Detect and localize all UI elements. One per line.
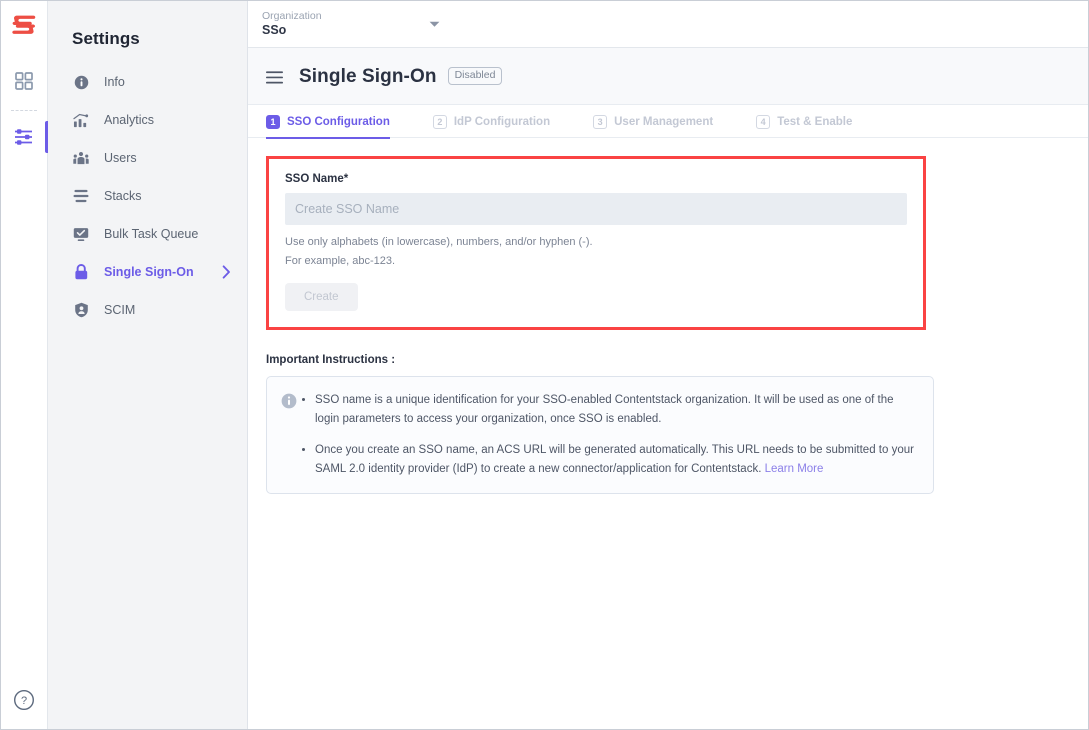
rail-item-settings[interactable] — [1, 117, 47, 157]
create-button[interactable]: Create — [285, 283, 358, 311]
rail-item-apps[interactable] — [1, 61, 47, 101]
tab-sso-configuration[interactable]: 1 SSO Configuration — [266, 105, 390, 138]
sidebar-item-bulk-task-queue[interactable]: Bulk Task Queue — [48, 215, 247, 253]
info-circle-icon — [281, 393, 299, 479]
chevron-down-icon — [429, 15, 440, 33]
sso-name-label: SSO Name* — [285, 173, 907, 185]
sso-name-annotation-box: SSO Name* Use only alphabets (in lowerca… — [266, 156, 926, 330]
tab-label: Test & Enable — [777, 116, 852, 128]
page-header: Single Sign-On Disabled — [248, 48, 1088, 105]
users-group-icon — [72, 149, 90, 167]
organization-name: SSo — [262, 23, 322, 39]
analytics-chart-icon — [72, 111, 90, 129]
sso-name-card: SSO Name* Use only alphabets (in lowerca… — [269, 159, 923, 327]
contentstack-logo[interactable] — [1, 1, 47, 48]
tab-bar: 1 SSO Configuration 2 IdP Configuration … — [248, 105, 1088, 138]
tab-number: 1 — [266, 115, 280, 129]
sso-name-input[interactable] — [285, 193, 907, 225]
bulk-task-monitor-icon — [72, 225, 90, 243]
info-circle-icon — [72, 73, 90, 91]
sidebar-item-label: Info — [104, 75, 125, 89]
sidebar-item-label: Analytics — [104, 113, 154, 127]
instructions-list: SSO name is a unique identification for … — [315, 391, 917, 479]
organization-switcher[interactable]: Organization SSo — [262, 10, 448, 39]
rail-divider — [11, 110, 37, 111]
instruction-item: SSO name is a unique identification for … — [315, 391, 917, 428]
icon-rail: ? — [1, 1, 48, 729]
sso-name-hint-1: Use only alphabets (in lowercase), numbe… — [285, 236, 907, 248]
top-bar: Organization SSo — [248, 1, 1088, 48]
settings-sidebar: Settings Info Analy — [48, 1, 248, 729]
learn-more-link[interactable]: Learn More — [765, 463, 824, 475]
important-instructions-box: SSO name is a unique identification for … — [266, 376, 934, 494]
tab-label: SSO Configuration — [287, 116, 390, 128]
contentstack-logo-icon — [11, 14, 37, 36]
content-area: SSO Name* Use only alphabets (in lowerca… — [248, 138, 1088, 729]
lock-icon — [72, 263, 90, 281]
tab-number: 3 — [593, 115, 607, 129]
sidebar-item-label: Single Sign-On — [104, 265, 194, 279]
organization-label: Organization — [262, 10, 322, 23]
sidebar-item-single-sign-on[interactable]: Single Sign-On — [48, 253, 247, 291]
instruction-text: Once you create an SSO name, an ACS URL … — [315, 444, 914, 475]
stacks-layers-icon — [72, 187, 90, 205]
hamburger-menu-icon[interactable] — [266, 71, 283, 84]
tab-test-and-enable[interactable]: 4 Test & Enable — [756, 105, 852, 138]
sidebar-item-analytics[interactable]: Analytics — [48, 101, 247, 139]
sidebar-item-stacks[interactable]: Stacks — [48, 177, 247, 215]
settings-sliders-icon — [14, 128, 34, 146]
help-circle-icon: ? — [13, 689, 35, 711]
instruction-text: SSO name is a unique identification for … — [315, 394, 894, 425]
instruction-item: Once you create an SSO name, an ACS URL … — [315, 441, 917, 478]
important-instructions-title: Important Instructions : — [266, 354, 1070, 366]
main-area: Organization SSo Single Sign-On Disabled — [248, 1, 1088, 729]
help-button[interactable]: ? — [1, 689, 47, 711]
sidebar-item-label: Stacks — [104, 189, 142, 203]
sidebar-item-label: SCIM — [104, 303, 135, 317]
sidebar-item-label: Users — [104, 151, 137, 165]
sidebar-item-info[interactable]: Info — [48, 63, 247, 101]
rail-buttons — [1, 48, 47, 157]
tab-idp-configuration[interactable]: 2 IdP Configuration — [433, 105, 550, 138]
apps-grid-icon — [15, 72, 33, 90]
tab-number: 4 — [756, 115, 770, 129]
app-window: ? Settings Info — [0, 0, 1089, 730]
sidebar-item-scim[interactable]: SCIM — [48, 291, 247, 329]
page-title: Single Sign-On — [299, 66, 437, 88]
sidebar-title: Settings — [48, 17, 247, 63]
sidebar-item-users[interactable]: Users — [48, 139, 247, 177]
shield-user-icon — [72, 301, 90, 319]
chevron-right-icon — [222, 265, 231, 279]
tab-label: User Management — [614, 116, 713, 128]
tab-label: IdP Configuration — [454, 116, 550, 128]
svg-text:?: ? — [21, 695, 27, 707]
sidebar-item-label: Bulk Task Queue — [104, 227, 198, 241]
status-badge: Disabled — [448, 67, 503, 85]
sso-name-hint-2: For example, abc-123. — [285, 255, 907, 267]
tab-user-management[interactable]: 3 User Management — [593, 105, 713, 138]
tab-number: 2 — [433, 115, 447, 129]
